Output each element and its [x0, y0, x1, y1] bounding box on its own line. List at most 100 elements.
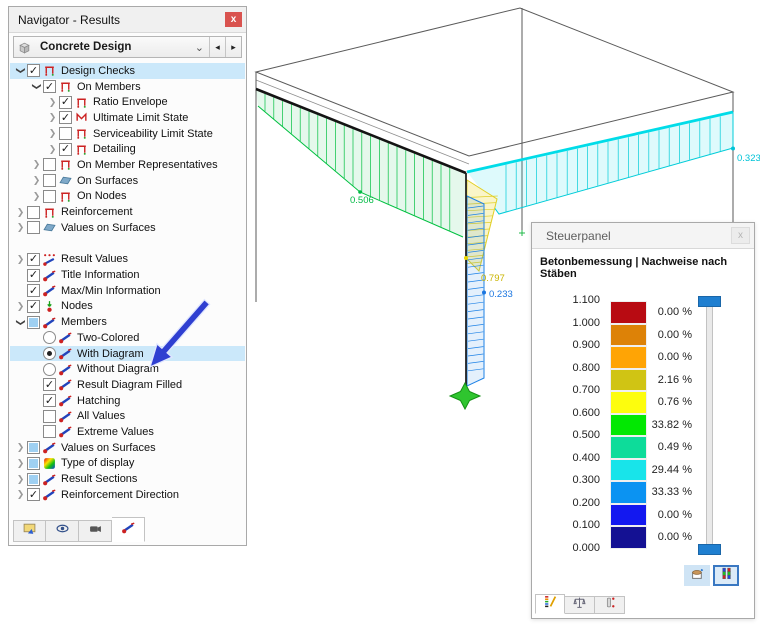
tree-item-result-sections[interactable]: ❯ Result Sections: [10, 471, 245, 487]
checkbox-serviceability-limit-state[interactable]: [59, 127, 72, 141]
tree-item-reinforcement[interactable]: ❯ Reinforcement: [10, 204, 245, 220]
tree-item-hatching[interactable]: ✓ Hatching: [10, 393, 245, 409]
tree-item-reinforcement-direction[interactable]: ❯ ✓ Reinforcement Direction: [10, 487, 245, 503]
panel-options-button[interactable]: [684, 565, 710, 586]
radio-with-diagram[interactable]: [43, 347, 56, 361]
checkbox-nodes[interactable]: ✓: [27, 299, 40, 313]
expander-closed-icon[interactable]: ❯: [14, 458, 27, 469]
checkbox-title-information[interactable]: ✓: [27, 268, 40, 282]
checkbox-on-member-representatives[interactable]: [43, 158, 56, 172]
radio-without-diagram[interactable]: [43, 362, 56, 376]
tree-item-serviceability-limit-state[interactable]: ❯ Serviceability Limit State: [10, 126, 245, 142]
scale-boundary-label: 0.100: [572, 519, 600, 531]
checkbox-design-checks[interactable]: ✓: [27, 64, 40, 78]
tree-item-extreme-values[interactable]: Extreme Values: [10, 424, 245, 440]
results-tab[interactable]: [112, 517, 145, 542]
checkbox-members[interactable]: [27, 315, 40, 329]
scale-slider-track[interactable]: [706, 301, 713, 551]
expander-closed-icon[interactable]: ❯: [14, 489, 27, 500]
expander-closed-icon[interactable]: ❯: [46, 128, 59, 139]
checkbox-on-surfaces[interactable]: [43, 174, 56, 188]
checkbox-on-nodes[interactable]: [43, 189, 56, 203]
tree-item-values-on-surfaces[interactable]: ❯ Values on Surfaces: [10, 220, 245, 236]
checkbox-values-on-surfaces[interactable]: [27, 221, 40, 235]
expander-open-icon[interactable]: ❯: [31, 80, 42, 93]
checkbox-ratio-envelope[interactable]: ✓: [59, 95, 72, 109]
checkbox-extreme-values[interactable]: [43, 425, 56, 439]
tree-item-on-members[interactable]: ❯ ✓ On Members: [10, 79, 245, 95]
expander-closed-icon[interactable]: ❯: [14, 207, 27, 218]
tree-item-result-values[interactable]: ❯ ✓ Result Values: [10, 252, 245, 268]
next-category-arrow[interactable]: ▸: [225, 37, 241, 57]
checkbox-result-diagram-filled[interactable]: ✓: [43, 378, 56, 392]
chevron-down-icon[interactable]: ⌄: [190, 41, 209, 54]
tree-item-detailing[interactable]: ❯ ✓ Detailing: [10, 141, 245, 157]
filter-tab[interactable]: [595, 596, 625, 614]
navigator-category-select[interactable]: Concrete Design ⌄ ◂ ▸: [13, 36, 242, 58]
expander-closed-icon[interactable]: ❯: [14, 222, 27, 233]
tree-item-max-min-information[interactable]: ✓ Max/Min Information: [10, 283, 245, 299]
tree-item-members[interactable]: ❯ Members: [10, 314, 245, 330]
checkbox-all-values[interactable]: [43, 409, 56, 423]
tree-item-label: On Nodes: [77, 190, 127, 203]
tree-item-without-diagram[interactable]: Without Diagram: [10, 361, 245, 377]
scale-slider-handle-bottom[interactable]: [698, 544, 721, 555]
tree-item-ratio-envelope[interactable]: ❯ ✓ Ratio Envelope: [10, 94, 245, 110]
tree-item-title-information[interactable]: ✓ Title Information: [10, 267, 245, 283]
tree-item-on-member-representatives[interactable]: ❯ On Member Representatives: [10, 157, 245, 173]
surface-icon: [43, 221, 58, 234]
checkbox-hatching[interactable]: ✓: [43, 394, 56, 408]
expander-closed-icon[interactable]: ❯: [46, 144, 59, 155]
views-tab[interactable]: [46, 520, 79, 542]
expander-closed-icon[interactable]: ❯: [14, 301, 27, 312]
checkbox-values-on-surfaces[interactable]: [27, 441, 40, 455]
navigator-titlebar[interactable]: Navigator - Results x: [9, 7, 246, 33]
checkbox-type-of-display[interactable]: [27, 456, 40, 470]
expander-closed-icon[interactable]: ❯: [14, 474, 27, 485]
tree-item-ultimate-limit-state[interactable]: ❯ ✓ Ultimate Limit State: [10, 110, 245, 126]
prev-category-arrow[interactable]: ◂: [209, 37, 225, 57]
tree-item-on-surfaces[interactable]: ❯ On Surfaces: [10, 173, 245, 189]
visibility-tab[interactable]: [79, 520, 112, 542]
tree-item-nodes[interactable]: ❯ ✓ Nodes: [10, 299, 245, 315]
checkbox-result-values[interactable]: ✓: [27, 252, 40, 266]
checkbox-reinforcement-direction[interactable]: ✓: [27, 488, 40, 502]
navigator-title: Navigator - Results: [18, 12, 121, 27]
factors-tab[interactable]: [565, 596, 595, 614]
checkbox-ultimate-limit-state[interactable]: ✓: [59, 111, 72, 125]
checkbox-result-sections[interactable]: [27, 472, 40, 486]
tree-item-with-diagram[interactable]: With Diagram: [10, 345, 245, 362]
diagram-icon: [59, 363, 74, 376]
tree-item-design-checks[interactable]: ❯ ✓ Design Checks: [10, 63, 245, 79]
expander-closed-icon[interactable]: ❯: [14, 254, 27, 265]
scale-slider-handle-top[interactable]: [698, 296, 721, 307]
checkbox-detailing[interactable]: ✓: [59, 142, 72, 156]
color-scale-button[interactable]: [713, 565, 739, 586]
tree-item-on-nodes[interactable]: ❯ On Nodes: [10, 189, 245, 205]
expander-open-icon[interactable]: ❯: [15, 64, 26, 77]
radio-two-colored[interactable]: [43, 331, 56, 345]
expander-open-icon[interactable]: ❯: [15, 316, 26, 329]
color-scale-tab[interactable]: [535, 594, 565, 614]
tree-item-result-diagram-filled[interactable]: ✓ Result Diagram Filled: [10, 377, 245, 393]
steuerpanel-window: Steuerpanel x Betonbemessung | Nachweise…: [531, 222, 755, 619]
expander-closed-icon[interactable]: ❯: [30, 191, 43, 202]
tree-item-all-values[interactable]: All Values: [10, 408, 245, 424]
expander-closed-icon[interactable]: ❯: [14, 442, 27, 453]
checkbox-on-members[interactable]: ✓: [43, 80, 56, 94]
display-properties-tab[interactable]: [13, 520, 46, 542]
member-check-m-icon: [75, 111, 90, 124]
checkbox-reinforcement[interactable]: [27, 205, 40, 219]
marker-dot-blue: [482, 290, 486, 295]
scale-band-percent: 33.82 %: [651, 418, 692, 431]
navigator-close-button[interactable]: x: [225, 12, 242, 27]
expander-closed-icon[interactable]: ❯: [30, 159, 43, 170]
diagram-icon: [43, 488, 58, 501]
tree-item-values-on-surfaces[interactable]: ❯ Values on Surfaces: [10, 440, 245, 456]
expander-closed-icon[interactable]: ❯: [46, 112, 59, 123]
expander-closed-icon[interactable]: ❯: [30, 175, 43, 186]
tree-item-two-colored[interactable]: Two-Colored: [10, 330, 245, 346]
tree-item-type-of-display[interactable]: ❯ Type of display: [10, 456, 245, 472]
checkbox-max-min-information[interactable]: ✓: [27, 284, 40, 298]
expander-closed-icon[interactable]: ❯: [46, 97, 59, 108]
